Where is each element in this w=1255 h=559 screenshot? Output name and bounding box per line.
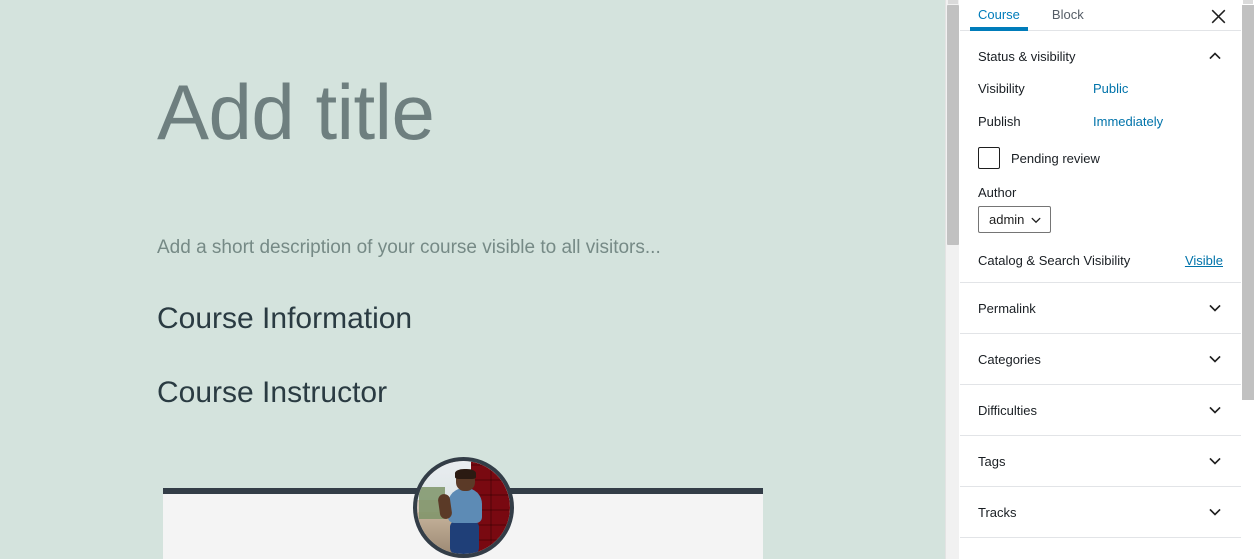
chevron-down-glyph xyxy=(1209,304,1221,312)
panel-permalink: Permalink xyxy=(960,283,1241,334)
catalog-search-visibility-link[interactable]: Visible xyxy=(1185,253,1223,268)
row-visibility: Visibility Public xyxy=(978,81,1223,96)
catalog-search-visibility-label: Catalog & Search Visibility xyxy=(978,253,1131,268)
block-heading-course-information[interactable]: Course Information xyxy=(157,302,412,336)
catalog-search-visibility-row: Catalog & Search Visibility Visible xyxy=(978,253,1223,268)
publish-value-button[interactable]: Immediately xyxy=(1093,114,1163,129)
close-settings-button[interactable] xyxy=(1205,3,1231,29)
chevron-down-icon[interactable] xyxy=(1205,298,1225,318)
sidebar-tabs: Course Block xyxy=(960,0,1098,31)
editor-scrollbar-thumb[interactable] xyxy=(947,5,959,245)
chevron-down-icon[interactable] xyxy=(1205,451,1225,471)
panel-body-status-visibility: Visibility Public Publish Immediately Pe… xyxy=(960,81,1241,282)
post-title-input[interactable]: Add title xyxy=(157,73,435,151)
sidebar-scrollbar[interactable] xyxy=(1241,0,1255,559)
chevron-down-glyph xyxy=(1209,355,1221,363)
chevron-down-icon[interactable] xyxy=(1205,400,1225,420)
sidebar-tab-bar: Course Block xyxy=(960,0,1241,31)
publish-label: Publish xyxy=(978,114,1021,129)
panel-status-visibility: Status & visibility Visibility Public Pu… xyxy=(960,31,1241,283)
panel-title-status-visibility: Status & visibility xyxy=(978,48,1076,64)
editor-canvas: Add title Add a short description of you… xyxy=(0,0,946,559)
visibility-label: Visibility xyxy=(978,81,1025,96)
editor-scrollbar-cap xyxy=(948,0,958,4)
chevron-down-icon[interactable] xyxy=(1205,502,1225,522)
pending-review-label: Pending review xyxy=(1011,150,1100,166)
panel-title-categories: Categories xyxy=(978,351,1041,367)
panel-title-difficulties: Difficulties xyxy=(978,402,1038,418)
panel-header-categories[interactable]: Categories xyxy=(960,334,1241,384)
visibility-value-button[interactable]: Public xyxy=(1093,81,1128,96)
row-publish: Publish Immediately xyxy=(978,114,1223,129)
chevron-down-glyph xyxy=(1209,457,1221,465)
instructor-avatar xyxy=(413,457,514,558)
chevron-down-glyph xyxy=(1209,406,1221,414)
chevron-up-glyph xyxy=(1209,52,1221,60)
post-excerpt-input[interactable]: Add a short description of your course v… xyxy=(157,237,661,259)
editor-scrollbar[interactable] xyxy=(945,0,959,559)
panel-header-tags[interactable]: Tags xyxy=(960,436,1241,486)
avatar-photo-torso xyxy=(447,487,483,524)
chevron-down-glyph xyxy=(1209,508,1221,516)
panel-tags: Tags xyxy=(960,436,1241,487)
course-editor-screen: Add title Add a short description of you… xyxy=(0,0,1255,559)
chevron-up-icon[interactable] xyxy=(1205,46,1225,66)
author-select[interactable]: admin xyxy=(978,206,1052,233)
panel-title-tags: Tags xyxy=(978,453,1006,469)
panel-header-permalink[interactable]: Permalink xyxy=(960,283,1241,333)
sidebar-scrollbar-thumb[interactable] xyxy=(1242,5,1254,400)
settings-sidebar: Course Block Status & visibility Visibil… xyxy=(960,0,1241,559)
panel-header-difficulties[interactable]: Difficulties xyxy=(960,385,1241,435)
panel-tracks: Tracks xyxy=(960,487,1241,538)
block-heading-course-instructor[interactable]: Course Instructor xyxy=(157,376,387,410)
chevron-down-icon xyxy=(1031,217,1041,223)
chevron-down-icon[interactable] xyxy=(1205,349,1225,369)
tab-block[interactable]: Block xyxy=(1034,0,1098,31)
panel-title-tracks: Tracks xyxy=(978,504,1017,520)
close-icon xyxy=(1211,9,1225,23)
sidebar-scrollbar-cap xyxy=(1243,0,1253,4)
panel-header-tracks[interactable]: Tracks xyxy=(960,487,1241,537)
avatar-photo xyxy=(417,461,510,554)
avatar-photo-legs xyxy=(450,521,480,554)
panel-difficulties: Difficulties xyxy=(960,385,1241,436)
avatar-photo-hair xyxy=(455,469,476,479)
panel-header-status-visibility[interactable]: Status & visibility xyxy=(960,31,1241,81)
tab-course[interactable]: Course xyxy=(960,0,1034,31)
author-select-value: admin xyxy=(989,212,1025,227)
pending-review-row: Pending review xyxy=(978,147,1223,169)
author-label: Author xyxy=(978,185,1017,200)
panel-categories: Categories xyxy=(960,334,1241,385)
panel-title-permalink: Permalink xyxy=(978,300,1036,316)
pending-review-checkbox[interactable] xyxy=(978,147,1000,169)
